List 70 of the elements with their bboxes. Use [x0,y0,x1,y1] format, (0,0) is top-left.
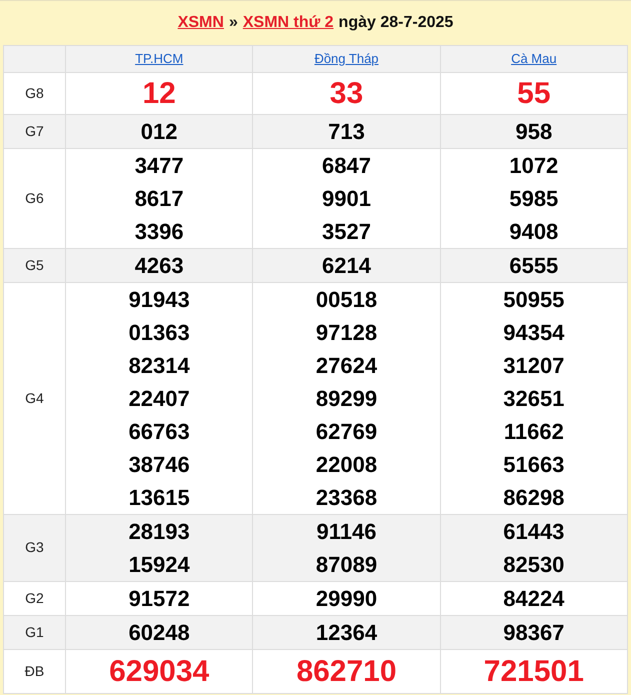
winning-number: 5985 [509,186,558,211]
breadcrumb-separator: » [228,14,238,32]
winning-number: 12364 [316,620,378,645]
winning-number: 89299 [316,386,378,411]
winning-number: 22008 [316,452,378,477]
winning-number: 1072 [509,153,558,178]
prize-label: G7 [25,122,44,138]
winning-number: 6214 [322,253,371,278]
prize-label: G1 [25,624,44,640]
winning-number: 11662 [504,419,564,444]
winning-number: 6847 [322,153,371,178]
prize-label: G5 [25,256,44,272]
winning-number: 12 [142,77,176,110]
winning-number: 61443 [503,519,564,544]
winning-number: 27624 [316,353,378,378]
winning-number: 22407 [128,386,190,411]
winning-number: 23368 [316,485,378,510]
winning-number: 713 [328,119,365,144]
winning-number: 4263 [134,253,184,278]
prize-label: ĐB [24,662,44,678]
winning-number: 98367 [503,620,564,645]
winning-number: 86298 [503,485,564,510]
winning-number: 60248 [128,620,190,645]
winning-number: 012 [140,119,178,144]
winning-number: 958 [515,119,552,144]
prize-label: G6 [25,190,44,206]
winning-number: 91146 [316,519,376,544]
winning-number: 8617 [134,186,184,211]
winning-number: 29990 [316,586,378,611]
winning-number: 66763 [128,419,190,444]
province-link[interactable]: Cà Mau [511,51,557,66]
winning-number: 51663 [503,452,564,477]
winning-number: 32651 [503,386,564,411]
winning-number: 62769 [316,419,378,444]
winning-number: 721501 [484,655,584,688]
winning-number: 87089 [316,552,378,577]
winning-number: 94354 [503,320,564,345]
winning-number: 01363 [128,320,190,345]
winning-number: 13615 [128,485,190,510]
breadcrumb-link[interactable]: XSMN thứ 2 [242,14,334,32]
winning-number: 3527 [322,219,371,244]
winning-number: 91943 [128,287,190,312]
prize-label: G3 [25,539,44,555]
winning-number: 9901 [322,186,371,211]
province-link[interactable]: Đồng Tháp [314,51,379,66]
winning-number: 15924 [128,552,190,577]
prize-label: G4 [25,390,44,406]
winning-number: 6555 [509,253,558,278]
winning-number: 82314 [128,353,190,378]
winning-number: 97128 [316,320,378,345]
winning-number: 84224 [503,586,564,611]
winning-number: 55 [517,77,551,110]
draw-date: ngày 28-7-2025 [338,14,454,32]
winning-number: 629034 [109,655,210,688]
winning-number: 50955 [503,287,564,312]
winning-number: 38746 [128,452,190,477]
winning-number: 3396 [134,219,184,244]
breadcrumb-link[interactable]: XSMN [178,14,224,32]
province-link[interactable]: TP.HCM [135,51,184,66]
winning-number: 9408 [509,219,558,244]
prize-label: G2 [25,590,44,606]
winning-number: 3477 [134,153,184,178]
winning-number: 00518 [316,287,378,312]
winning-number: 28193 [128,519,190,544]
winning-number: 862710 [296,655,397,688]
winning-number: 82530 [503,552,564,577]
winning-number: 33 [330,77,364,110]
winning-number: 31207 [503,353,564,378]
winning-number: 91572 [128,586,190,611]
prize-label: G8 [25,84,44,100]
